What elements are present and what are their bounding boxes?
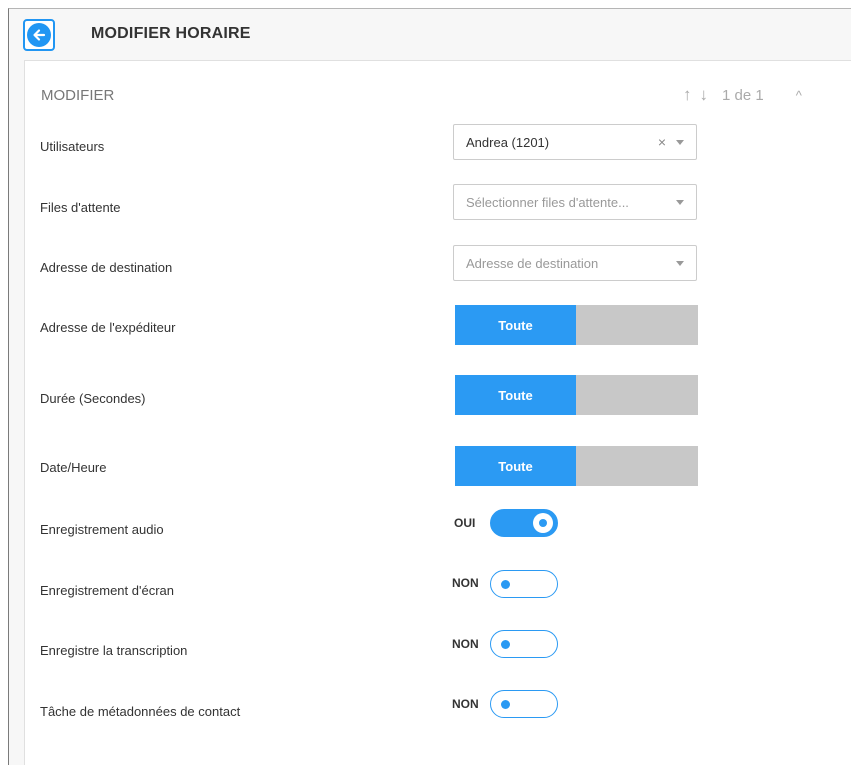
caret-down-icon[interactable] bbox=[676, 200, 684, 205]
arrow-up-icon[interactable]: ↑ bbox=[683, 85, 692, 105]
toggle-knob bbox=[501, 580, 510, 589]
transcription-label: Enregistre la transcription bbox=[40, 643, 188, 658]
destination-select[interactable]: Adresse de destination bbox=[453, 245, 697, 281]
toggle-knob bbox=[501, 640, 510, 649]
sender-option-other[interactable] bbox=[576, 305, 698, 345]
datetime-label: Date/Heure bbox=[40, 460, 107, 475]
chevron-up-icon[interactable]: ^ bbox=[796, 88, 802, 103]
arrow-down-icon[interactable]: ↓ bbox=[700, 85, 709, 105]
duration-segment: Toute bbox=[455, 375, 698, 415]
page-title: MODIFIER HORAIRE bbox=[91, 25, 251, 42]
panel-title: MODIFIER bbox=[41, 87, 115, 104]
caret-down-icon[interactable] bbox=[676, 140, 684, 145]
datetime-option-all[interactable]: Toute bbox=[455, 446, 576, 486]
back-button[interactable] bbox=[23, 19, 55, 51]
transcription-toggle[interactable] bbox=[490, 630, 558, 658]
audio-toggle[interactable] bbox=[490, 509, 558, 537]
queues-placeholder: Sélectionner files d'attente... bbox=[466, 195, 629, 210]
pager: ↑ ↓ 1 de 1 ^ bbox=[683, 85, 802, 105]
destination-label: Adresse de destination bbox=[40, 260, 173, 275]
users-label: Utilisateurs bbox=[40, 139, 105, 154]
header-bar: MODIFIER HORAIRE bbox=[9, 9, 851, 59]
caret-down-icon[interactable] bbox=[676, 261, 684, 266]
datetime-segment: Toute bbox=[455, 446, 698, 486]
pager-count: 1 de 1 bbox=[722, 86, 764, 104]
queues-select[interactable]: Sélectionner files d'attente... bbox=[453, 184, 697, 220]
metadata-state: NON bbox=[452, 697, 479, 711]
toggle-knob bbox=[501, 700, 510, 709]
audio-label: Enregistrement audio bbox=[40, 522, 164, 537]
duration-option-all[interactable]: Toute bbox=[455, 375, 576, 415]
screen-label: Enregistrement d'écran bbox=[40, 583, 174, 598]
sender-segment: Toute bbox=[455, 305, 698, 345]
users-value: Andrea (1201) bbox=[466, 135, 550, 150]
arrow-left-icon bbox=[27, 23, 51, 47]
duration-label: Durée (Secondes) bbox=[40, 391, 146, 406]
sender-label: Adresse de l'expéditeur bbox=[40, 320, 176, 335]
transcription-state: NON bbox=[452, 637, 479, 651]
screen-state: NON bbox=[452, 576, 479, 590]
destination-placeholder: Adresse de destination bbox=[466, 256, 599, 271]
datetime-option-other[interactable] bbox=[576, 446, 698, 486]
sender-option-all[interactable]: Toute bbox=[455, 305, 576, 345]
queues-label: Files d'attente bbox=[40, 200, 121, 215]
modify-panel: MODIFIER ↑ ↓ 1 de 1 ^ bbox=[24, 60, 851, 765]
users-select[interactable]: Andrea (1201) × bbox=[453, 124, 697, 160]
audio-state: OUI bbox=[454, 516, 476, 530]
metadata-toggle[interactable] bbox=[490, 690, 558, 718]
duration-option-other[interactable] bbox=[576, 375, 698, 415]
metadata-label: Tâche de métadonnées de contact bbox=[40, 704, 241, 719]
clear-icon[interactable]: × bbox=[658, 134, 666, 150]
screen-toggle[interactable] bbox=[490, 570, 558, 598]
toggle-knob bbox=[533, 513, 553, 533]
